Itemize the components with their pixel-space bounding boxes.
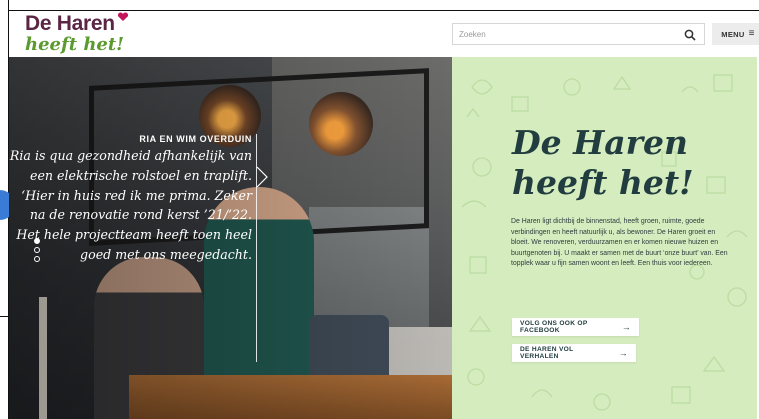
slider-dots: [34, 238, 40, 262]
search-icon[interactable]: [684, 28, 696, 41]
panel-body: De Haren ligt dichtbij de binnenstad, he…: [511, 218, 728, 268]
chevron-right-icon[interactable]: [256, 166, 268, 188]
menu-icon: ≡: [748, 28, 755, 39]
site-header: De Haren heeft het! MENU ≡: [9, 11, 759, 57]
facebook-button[interactable]: VOLG ONS OOK OP FACEBOOK →: [512, 318, 639, 336]
heart-icon: [117, 11, 129, 25]
logo-tagline: heeft het!: [25, 34, 125, 55]
hero-quote: RIA EN WIM OVERDUIN Ria is qua gezondhei…: [9, 134, 254, 265]
quote-text: Ria is qua gezondheid afhankelijk van ee…: [9, 148, 252, 262]
intro-panel: De Haren heeft het! De Haren ligt dichtb…: [452, 57, 757, 419]
slider-dot[interactable]: [34, 238, 40, 244]
stories-button[interactable]: DE HAREN VOL VERHALEN →: [512, 344, 636, 362]
arrow-right-icon: →: [618, 347, 628, 358]
logo-title: De Haren: [25, 12, 115, 35]
panel-title: De Haren heeft het!: [512, 123, 694, 203]
menu-button[interactable]: MENU ≡: [712, 23, 759, 45]
panel-title-line2: heeft het!: [512, 163, 694, 202]
slider-dot[interactable]: [34, 256, 40, 262]
panel-title-line1: De Haren: [512, 123, 689, 162]
facebook-button-label: VOLG ONS OOK OP FACEBOOK: [520, 320, 588, 334]
arrow-right-icon: →: [621, 321, 631, 332]
quote-author: RIA EN WIM OVERDUIN: [139, 134, 252, 144]
search-input[interactable]: [453, 24, 668, 45]
stories-button-label: DE HAREN VOL VERHALEN: [520, 346, 574, 360]
site-logo[interactable]: De Haren heeft het!: [25, 12, 129, 55]
slider-dot[interactable]: [34, 247, 40, 253]
search-box: [452, 23, 705, 45]
menu-label: MENU: [721, 29, 745, 39]
